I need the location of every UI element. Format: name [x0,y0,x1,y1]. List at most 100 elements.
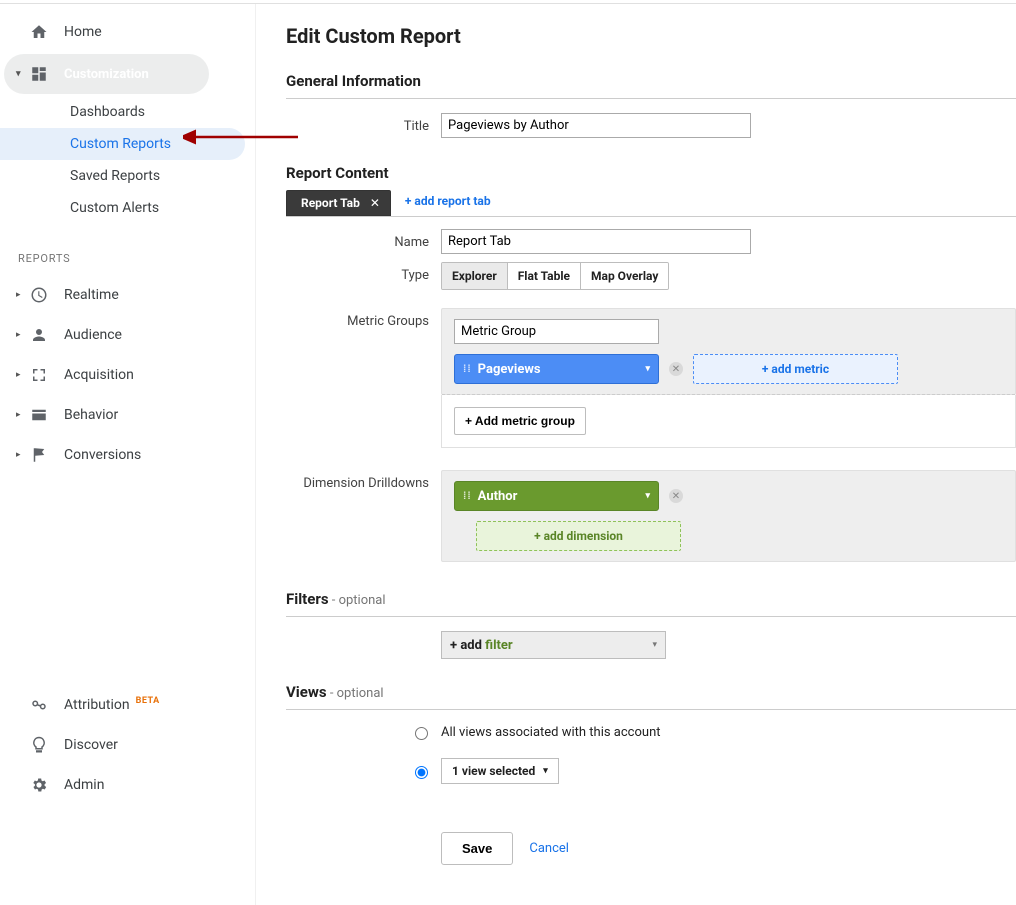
sidebar-sub-label: Dashboards [70,104,145,120]
add-filter-dropdown[interactable]: + add filter ▾ [441,631,666,659]
divider [286,709,1016,710]
beta-badge: BETA [136,696,160,706]
save-button[interactable]: Save [441,832,513,865]
gear-icon [28,774,50,796]
type-segmented-control: Explorer Flat Table Map Overlay [441,262,669,290]
page-title: Edit Custom Report [286,24,1016,48]
section-general-heading: General Information [286,72,1016,92]
add-metric-label: + add metric [762,362,829,376]
type-label: Type [286,262,441,290]
section-content-heading: Report Content [286,164,1016,184]
sidebar-item-attribution[interactable]: ▸ Attribution BETA [0,685,255,725]
behavior-icon [28,404,50,426]
tab-name-input[interactable] [441,229,751,254]
dimension-drilldowns-label: Dimension Drilldowns [286,470,441,562]
add-dimension-label: + add dimension [534,529,623,543]
divider [286,98,1016,99]
metric-group-name-input[interactable] [454,319,659,344]
attribution-icon [28,694,50,716]
person-icon [28,324,50,346]
type-flat-table-button[interactable]: Flat Table [508,263,581,289]
sidebar-label: Behavior [64,407,118,423]
views-selected-radio[interactable] [415,766,428,779]
type-map-overlay-button[interactable]: Map Overlay [581,263,668,289]
home-icon [28,21,50,43]
caret-down-icon: ▾ [645,364,650,374]
add-metric-group-label: + Add metric group [465,414,575,428]
title-label: Title [286,113,441,138]
views-selected-dropdown[interactable]: 1 view selected ▾ [441,758,559,784]
filters-heading-text: Filters [286,590,329,608]
sidebar-item-discover[interactable]: ▸ Discover [0,725,255,765]
metric-pill-pageviews[interactable]: ⁞⁞ Pageviews ▾ [454,354,659,384]
chevron-right-icon: ▸ [16,290,26,300]
sidebar-item-conversions[interactable]: ▸ Conversions [0,435,255,475]
type-explorer-button[interactable]: Explorer [442,263,508,289]
drag-handle-icon: ⁞⁞ [463,364,472,375]
add-metric-button[interactable]: + add metric [693,354,898,384]
remove-metric-icon[interactable]: ✕ [669,362,683,376]
report-tab-active[interactable]: Report Tab ✕ [286,190,391,216]
metric-pill-label: Pageviews [478,362,541,377]
sidebar-label: Home [64,24,102,40]
filter-label-spacer [286,631,441,659]
cancel-link[interactable]: Cancel [529,841,569,856]
sidebar-label: Acquisition [64,367,134,383]
sidebar-item-realtime[interactable]: ▸ Realtime [0,275,255,315]
sidebar-sub-saved-reports[interactable]: Saved Reports [0,160,255,192]
section-views-heading: Views - optional [286,683,1016,703]
dimension-pill-author[interactable]: ⁞⁞ Author ▾ [454,481,659,511]
section-filters-heading: Filters - optional [286,590,1016,610]
drag-handle-icon: ⁞⁞ [463,491,472,502]
sidebar-section-reports: REPORTS [0,224,255,275]
views-selected-label: 1 view selected [452,764,535,778]
title-input[interactable] [441,113,751,138]
caret-down-icon: ▾ [543,766,548,776]
views-all-radio[interactable] [415,727,428,740]
close-icon[interactable]: ✕ [370,196,380,210]
metric-groups-zone: ⁞⁞ Pageviews ▾ ✕ + add metric [441,308,1016,395]
sidebar-label: Attribution [64,697,130,713]
views-all-label: All views associated with this account [441,725,661,740]
report-tab-bar: Report Tab ✕ + add report tab [286,190,1016,217]
chevron-right-icon: ▸ [16,450,26,460]
sidebar-sub-dashboards[interactable]: Dashboards [0,96,255,128]
views-optional: - optional [327,686,384,701]
dimension-pill-label: Author [478,489,518,504]
sidebar-sub-custom-reports[interactable]: Custom Reports [0,128,245,160]
sidebar-item-behavior[interactable]: ▸ Behavior [0,395,255,435]
chevron-right-icon: ▸ [16,410,26,420]
views-heading-text: Views [286,683,327,701]
remove-dimension-icon[interactable]: ✕ [669,489,683,503]
chevron-right-icon: ▸ [16,330,26,340]
sidebar-item-home[interactable]: ▸ Home [0,12,255,52]
clock-icon [28,284,50,306]
main-content: Edit Custom Report General Information T… [255,4,1016,905]
sidebar-sub-label: Custom Reports [70,136,171,152]
sidebar-label: Discover [64,737,118,753]
chevron-right-icon: ▸ [16,370,26,380]
sidebar-item-acquisition[interactable]: ▸ Acquisition [0,355,255,395]
add-metric-group-button[interactable]: + Add metric group [454,407,586,435]
add-report-tab-link[interactable]: + add report tab [405,194,491,212]
add-metric-group-box: + Add metric group [441,395,1016,448]
divider [286,616,1016,617]
acquisition-icon [28,364,50,386]
caret-down-icon: ▾ [652,640,657,650]
sidebar-item-admin[interactable]: ▸ Admin [0,765,255,805]
sidebar-item-audience[interactable]: ▸ Audience [0,315,255,355]
add-dimension-button[interactable]: + add dimension [476,521,681,551]
sidebar-sub-custom-alerts[interactable]: Custom Alerts [0,192,255,224]
sidebar-sub-label: Saved Reports [70,168,160,184]
sidebar-item-customization[interactable]: ▾ Customization [4,54,209,94]
sidebar-label: Customization [64,67,149,82]
chevron-down-icon: ▾ [16,69,26,79]
report-tab-label: Report Tab [301,196,360,210]
bulb-icon [28,734,50,756]
name-label: Name [286,229,441,254]
metric-groups-label: Metric Groups [286,308,441,448]
add-filter-label: + add filter [450,638,513,653]
filters-optional: - optional [329,593,386,608]
customization-icon [28,63,50,85]
sidebar-label: Conversions [64,447,141,463]
